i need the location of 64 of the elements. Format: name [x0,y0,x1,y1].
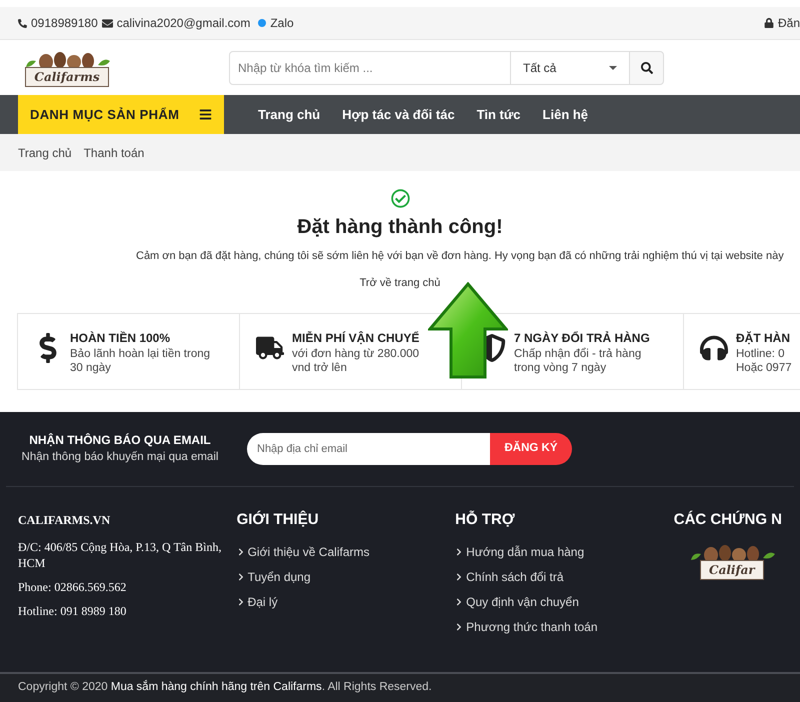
breadcrumb-link[interactable]: Thanh toán [84,144,144,162]
footer-heading: GIỚI THIỆU [236,510,320,530]
search-field[interactable]: Nhập từ khóa tìm kiếm ... [229,50,511,84]
newsletter-subtitle: Nhận thông báo khuyến mại qua email [22,450,218,466]
logo-banner: Califarms [25,66,109,86]
phone-icon [18,18,27,28]
footer-link[interactable]: Hướng dẫn mua hàng [455,540,674,564]
footer-heading: HỖ TRỢ [455,510,516,530]
feature-title: MIỄN PHÍ VẬN CHUYỂ [292,330,420,347]
company-info: Hotline: 091 8989 180 [18,603,128,619]
logo-banner: Califar [700,560,764,580]
login-link[interactable]: Đăn [778,14,800,32]
menu-icon [199,108,212,121]
footer-heading: CÁC CHỨNG N [674,510,782,530]
chevron-icon [236,598,245,606]
caret-icon [609,66,617,70]
footer-link[interactable]: Đại lý [236,590,456,614]
feature-text: với đơn hàng từ 280.000 [292,347,420,361]
feature-text: Bảo lãnh hoàn lại tiền trong [70,347,210,361]
feature-text: Chấp nhận đổi - trả hàng [514,347,642,361]
copyright-text: Copyright © 2020 Mua sắm hàng chính hãng trên Califarms. All Rights Reserved. [18,679,432,696]
feature-text: Hoặc 0977 [736,361,792,375]
feature-text: vnd trở lên [292,361,348,375]
chevron-icon [455,598,464,606]
newsletter-title: NHẬN THÔNG BÁO QUA EMAIL [29,432,211,450]
footer-link[interactable]: Tuyển dụng [236,564,456,590]
feature-title: 7 NGÀY ĐỔI TRẢ HÀNG [514,330,650,347]
chat-icon [258,19,266,27]
home-link[interactable]: Trở về trang chủ [360,274,440,291]
search-icon [640,62,652,74]
breadcrumb-link[interactable]: Trang chủ [18,144,72,162]
headphones-icon [700,333,728,363]
nav-link[interactable]: Hợp tác và đối tác [342,104,455,124]
footer-link[interactable]: Giới thiệu về Califarms [236,540,456,564]
feature-title: ĐẶT HÀN [736,330,791,347]
nav-link[interactable]: Liên hệ [542,104,588,124]
chevron-icon [236,573,245,581]
footer-link[interactable]: Phương thức thanh toán [455,614,674,640]
success-message: Cảm ơn bạn đã đặt hàng, chúng tôi sẽ sớm liên hệ với bạn về đơn hàng. Hy vọng bạn đã có những trải nghiệm thú vị tại website này [136,249,784,264]
zalo-text: Zalo [270,15,294,32]
company-title: CALIFARMS.VN [18,512,112,529]
feature-text: 30 ngày [70,361,112,375]
footer-link[interactable]: Quy định vận chuyển [455,590,674,614]
phone-text: 0918989180 [31,15,98,32]
email-text: calivina2020@gmail.com [116,15,250,32]
feature-text: trong vòng 7 ngày [514,361,608,375]
chevron-icon [455,573,464,581]
category-menu-button[interactable]: DANH MỤC SẢN PHẨM [18,95,224,134]
email-icon [102,18,113,28]
subscribe-button[interactable]: ĐĂNG KÝ [490,433,572,465]
nav-link[interactable]: Tin tức [476,104,521,124]
search-button[interactable] [629,50,664,84]
chevron-icon [455,548,464,556]
nav-link[interactable]: Trang chủ [258,104,320,124]
chevron-icon [236,548,245,556]
email-field[interactable]: Nhập địa chỉ email [247,433,490,465]
company-info: Đ/C: 406/85 Cộng Hòa, P.13, Q Tân Bình, HCM [18,539,222,571]
success-title: Đặt hàng thành công! [297,215,503,240]
feature-title: HOÀN TIỀN 100% [70,330,172,347]
chevron-icon [455,623,464,631]
company-info: Phone: 02866.569.562 [18,579,128,595]
lock-icon [764,18,774,28]
footer-link[interactable]: Chính sách đổi trả [455,564,674,590]
feature-text: Hotline: 0 [736,347,786,361]
